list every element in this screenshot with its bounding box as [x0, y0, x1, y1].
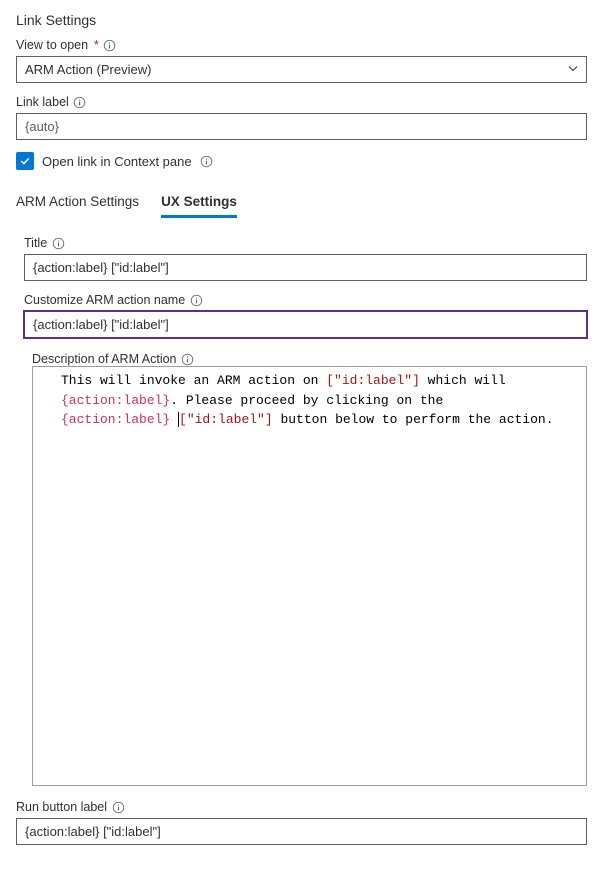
label-text: Description of ARM Action	[32, 352, 177, 366]
info-icon[interactable]	[103, 38, 117, 52]
label-text: Customize ARM action name	[24, 293, 185, 307]
label-text: Title	[24, 236, 47, 250]
link-label-label: Link label	[16, 95, 587, 109]
customize-name-input[interactable]	[24, 311, 587, 338]
info-icon[interactable]	[200, 154, 214, 168]
title-input[interactable]	[24, 254, 587, 281]
label-text: Link label	[16, 95, 69, 109]
view-to-open-select[interactable]: ARM Action (Preview)	[16, 56, 587, 83]
view-to-open-label: View to open *	[16, 38, 587, 52]
title-label: Title	[24, 236, 587, 250]
open-context-checkbox[interactable]	[16, 152, 34, 170]
section-title: Link Settings	[16, 12, 587, 28]
run-button-label-input[interactable]	[16, 818, 587, 845]
info-icon[interactable]	[51, 236, 65, 250]
label-text: View to open	[16, 38, 88, 52]
run-button-label-label: Run button label	[16, 800, 587, 814]
tab-arm-action-settings[interactable]: ARM Action Settings	[16, 188, 139, 218]
editor-content: This will invoke an ARM action on ["id:l…	[61, 371, 558, 430]
description-label: Description of ARM Action	[32, 352, 587, 366]
label-text: Run button label	[16, 800, 107, 814]
info-icon[interactable]	[181, 352, 195, 366]
required-asterisk: *	[94, 38, 99, 52]
info-icon[interactable]	[189, 293, 203, 307]
info-icon[interactable]	[73, 95, 87, 109]
open-context-label: Open link in Context pane	[42, 154, 192, 169]
description-editor[interactable]: This will invoke an ARM action on ["id:l…	[32, 366, 587, 786]
tab-ux-settings[interactable]: UX Settings	[161, 188, 237, 218]
tabs: ARM Action Settings UX Settings	[16, 188, 587, 218]
customize-name-label: Customize ARM action name	[24, 293, 587, 307]
link-label-input[interactable]	[16, 113, 587, 140]
info-icon[interactable]	[111, 800, 125, 814]
